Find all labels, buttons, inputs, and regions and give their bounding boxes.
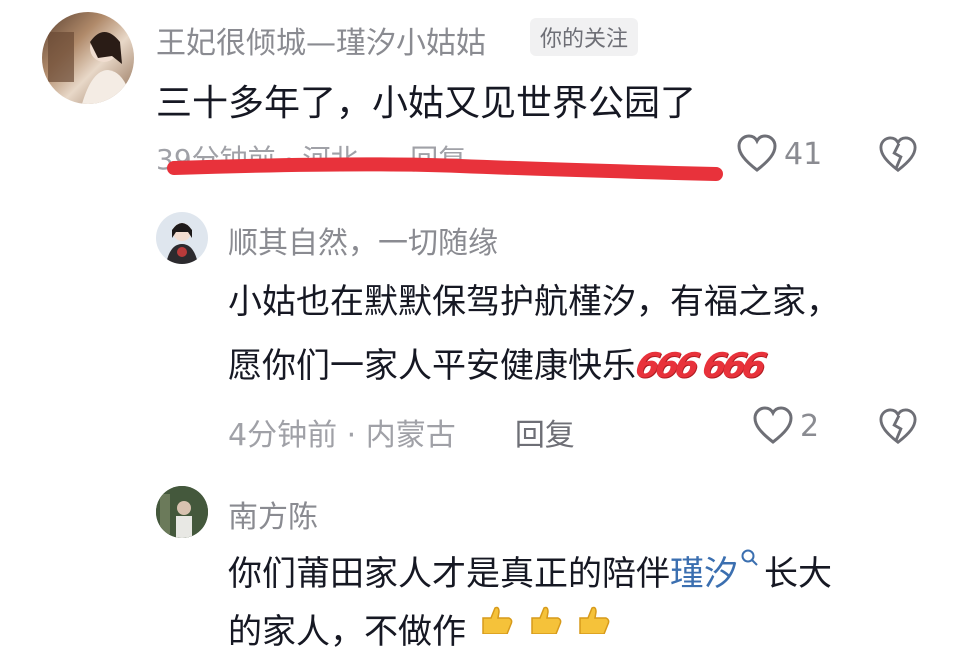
comment-text-line-2: 的家人，不做作 <box>228 604 612 653</box>
like-button[interactable]: 41 <box>736 134 822 174</box>
emoji-666: 666 <box>631 346 700 386</box>
topic-link[interactable]: 瑾汐 <box>670 554 738 594</box>
comment-username[interactable]: 南方陈 <box>228 492 318 536</box>
broken-heart-icon <box>879 408 917 444</box>
dislike-button[interactable] <box>878 136 918 178</box>
heart-icon <box>737 134 777 172</box>
avatar[interactable] <box>42 12 134 104</box>
comment-text: 的家人，不做作 <box>228 612 466 652</box>
comment-text: 长大 <box>764 554 832 594</box>
reply-button[interactable]: 回复 <box>515 418 575 453</box>
comment-text: 三十多年了，小姑又见世界公园了 <box>156 83 697 124</box>
comment-text: 愿你们一家人平安健康快乐 <box>228 346 636 386</box>
comment-text-line-2: 愿你们一家人平安健康快乐666666 <box>228 338 766 387</box>
comment-username[interactable]: 王妃很倾城—瑾汐小姑姑 <box>156 18 486 62</box>
comment-text-line-1: 小姑也在默默保驾护航槿汐，有福之家， <box>228 282 840 322</box>
red-underline-annotation <box>167 157 723 181</box>
comment-location: 内蒙古 <box>365 418 456 453</box>
dislike-button[interactable] <box>878 408 918 450</box>
meta-separator: · <box>346 418 366 453</box>
avatar[interactable] <box>156 486 208 538</box>
comment-text-line-1: 你们莆田家人才是真正的陪伴瑾汐 长大 <box>228 546 832 595</box>
like-button[interactable]: 2 <box>752 406 819 446</box>
avatar-image <box>166 223 198 264</box>
comment-text: 你们莆田家人才是真正的陪伴 <box>228 554 670 594</box>
heart-icon <box>753 406 793 444</box>
search-icon[interactable] <box>740 548 760 570</box>
thumbs-up-emoji-icon <box>530 606 562 634</box>
avatar-image <box>156 486 208 538</box>
emoji-666: 666 <box>698 346 767 386</box>
comment-username[interactable]: 顺其自然，一切随缘 <box>228 218 498 262</box>
broken-heart-icon <box>879 136 917 172</box>
thumbs-up-emoji-icon <box>482 606 513 634</box>
avatar[interactable] <box>156 212 208 264</box>
comment-meta: 4分钟前 · 内蒙古 回复 <box>228 410 575 454</box>
following-badge: 你的关注 <box>530 18 639 56</box>
like-count: 41 <box>784 136 823 172</box>
avatar-image <box>48 32 132 104</box>
like-count: 2 <box>800 408 820 444</box>
comment-time: 4分钟前 <box>228 418 338 453</box>
thumbs-up-emoji-icon <box>579 606 610 634</box>
